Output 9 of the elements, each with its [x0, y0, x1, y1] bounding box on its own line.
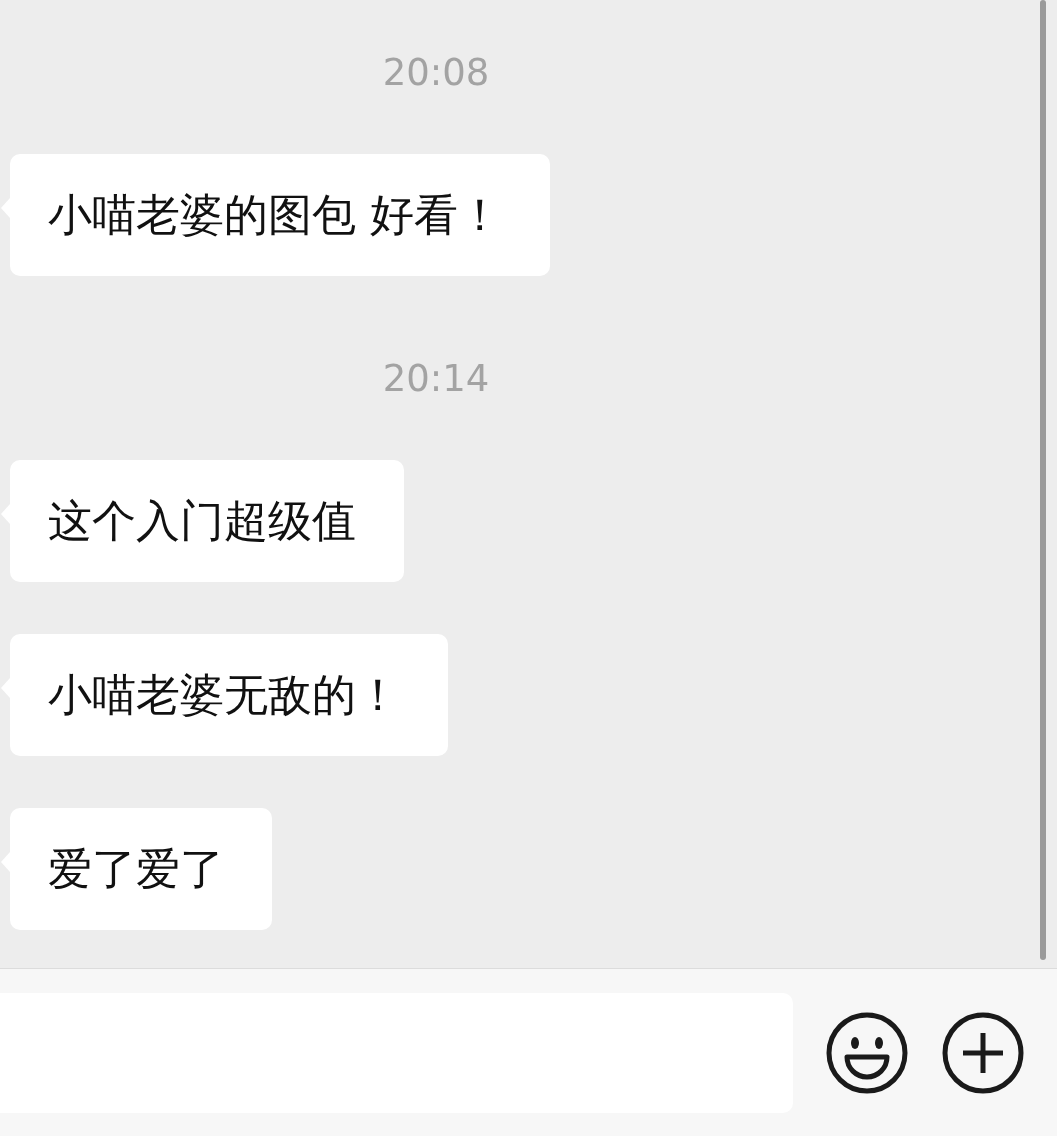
timestamp: 20:14 [381, 356, 491, 402]
message-bubble: 小喵老婆的图包 好看！ [10, 154, 550, 276]
message-bubble: 小喵老婆无敌的！ [10, 634, 448, 756]
timestamp: 20:08 [381, 50, 491, 96]
message-bubble: 这个入门超级值 [10, 460, 404, 582]
add-icon[interactable] [941, 1010, 1025, 1095]
message-bubble: 爱了爱了 [10, 808, 272, 930]
scrollbar[interactable] [1040, 0, 1046, 960]
emoji-icon[interactable] [825, 1010, 909, 1095]
